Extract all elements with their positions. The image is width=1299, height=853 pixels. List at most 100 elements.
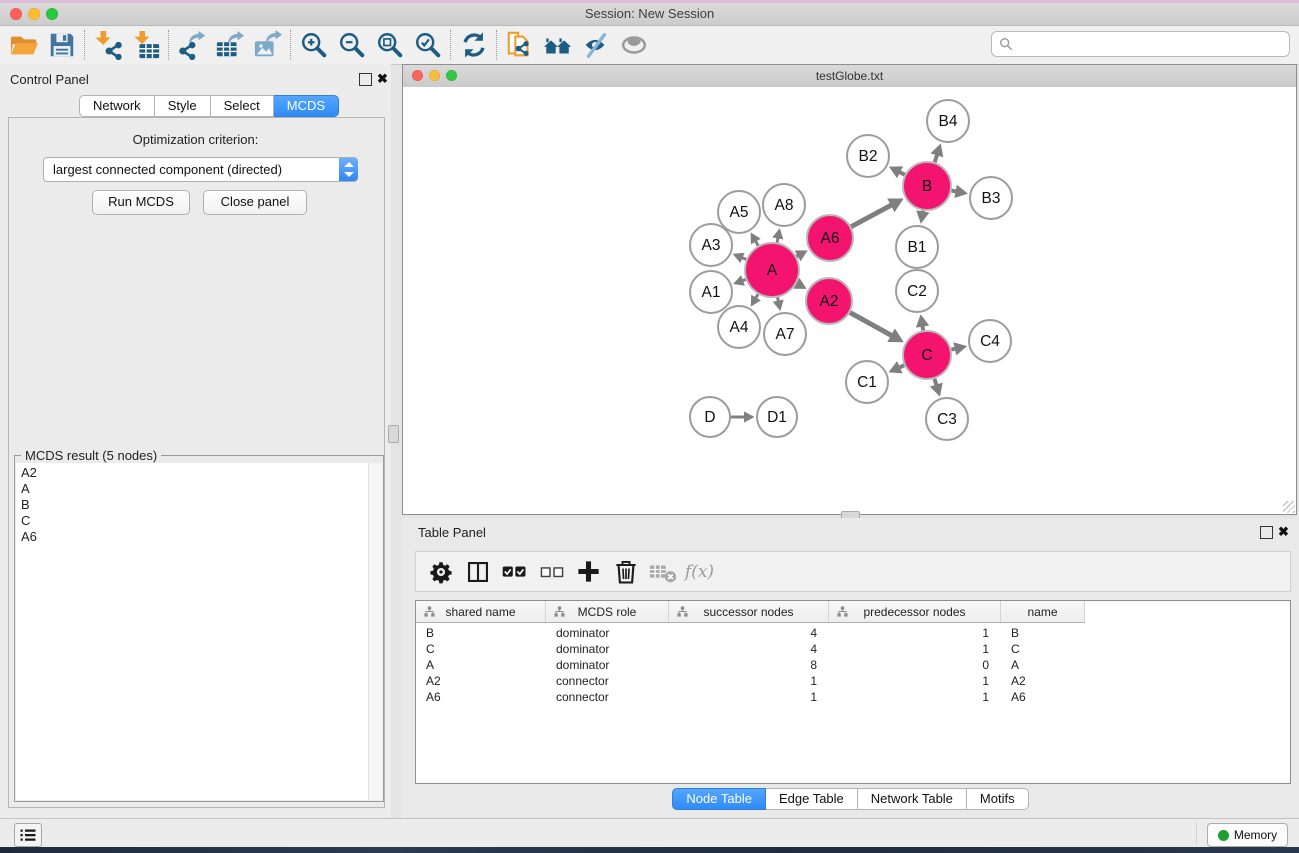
edge-C-C3[interactable] — [930, 379, 943, 397]
table-row[interactable]: A6connector11A6 — [416, 689, 1290, 705]
tab-select[interactable]: Select — [211, 95, 274, 117]
import-table-icon[interactable] — [127, 28, 165, 62]
mcds-result-item[interactable]: A2 — [21, 465, 369, 481]
table-float-panel-icon[interactable] — [1260, 526, 1273, 539]
refresh-icon[interactable] — [455, 28, 493, 62]
edge-A-A8[interactable] — [772, 228, 783, 242]
column-header-shared-name[interactable]: shared name — [416, 601, 546, 622]
node-A[interactable]: A — [745, 243, 799, 297]
node-B1[interactable]: B1 — [896, 226, 938, 268]
edge-A2-C[interactable] — [850, 313, 904, 343]
tab-style[interactable]: Style — [155, 95, 211, 117]
search-input[interactable] — [1013, 33, 1289, 55]
edge-B-B2[interactable] — [889, 166, 905, 178]
float-panel-icon[interactable] — [359, 73, 372, 86]
import-network-icon[interactable] — [89, 28, 127, 62]
zoom-selected-icon[interactable] — [409, 28, 447, 62]
search-field[interactable] — [991, 31, 1290, 57]
mcds-result-item[interactable]: A — [21, 481, 369, 497]
criterion-select[interactable]: largest connected component (directed) — [43, 157, 358, 182]
delete-column-icon[interactable] — [607, 554, 644, 590]
clone-network-icon[interactable] — [501, 28, 539, 62]
panel-splitter-handle[interactable] — [388, 425, 399, 443]
table-row[interactable]: Adominator80A — [416, 657, 1290, 673]
node-B[interactable]: B — [903, 162, 951, 210]
node-A1[interactable]: A1 — [690, 271, 732, 313]
node-A5[interactable]: A5 — [718, 191, 760, 233]
node-D1[interactable]: D1 — [757, 397, 797, 437]
tab-edge-table[interactable]: Edge Table — [766, 788, 858, 810]
edge-C-C4[interactable] — [951, 342, 967, 355]
edge-B-B3[interactable] — [952, 185, 968, 198]
node-C2[interactable]: C2 — [896, 270, 938, 312]
edge-B-B4[interactable] — [931, 143, 944, 162]
close-panel-icon[interactable]: ✖ — [377, 71, 388, 87]
window-titlebar[interactable]: Session: New Session — [0, 3, 1299, 26]
homes-icon[interactable] — [539, 28, 577, 62]
edge-A-A1[interactable] — [733, 275, 746, 286]
edge-A-A3[interactable] — [733, 253, 746, 263]
table-row[interactable]: A2connector11A2 — [416, 673, 1290, 689]
zoom-out-icon[interactable] — [333, 28, 371, 62]
add-column-icon[interactable] — [570, 554, 607, 590]
tab-network[interactable]: Network — [79, 95, 155, 117]
edge-A-A7[interactable] — [773, 297, 784, 311]
edge-A-A5[interactable] — [751, 232, 761, 245]
column-header-successor-nodes[interactable]: successor nodes — [669, 601, 829, 622]
table-close-panel-icon[interactable]: ✖ — [1278, 524, 1289, 540]
node-A7[interactable]: A7 — [764, 313, 806, 355]
edge-A6-B[interactable] — [851, 198, 903, 226]
close-panel-button[interactable]: Close panel — [203, 190, 307, 215]
export-image-icon[interactable] — [249, 28, 287, 62]
network-canvas[interactable]: A A1 A2 A3 A4 A5 A6 A7 A8 B B1 B2 B3B4 C C1 C2 C3C4 D D1 — [403, 87, 1296, 514]
zoom-fit-icon[interactable] — [371, 28, 409, 62]
mcds-result-scrollbar[interactable] — [368, 463, 382, 800]
tab-node-table[interactable]: Node Table — [672, 788, 766, 810]
table-settings-icon[interactable] — [422, 554, 459, 590]
window-resize-grip[interactable] — [1283, 501, 1295, 513]
node-C1[interactable]: C1 — [846, 361, 888, 403]
column-header-predecessor-nodes[interactable]: predecessor nodes — [829, 601, 1001, 622]
birdseye-icon[interactable] — [615, 28, 653, 62]
edge-A-A4[interactable] — [751, 294, 761, 306]
node-A2[interactable]: A2 — [806, 278, 852, 324]
mcds-result-item[interactable]: A6 — [21, 529, 369, 545]
node-B3[interactable]: B3 — [970, 177, 1012, 219]
tab-mcds[interactable]: MCDS — [274, 95, 339, 117]
save-session-icon[interactable] — [43, 28, 81, 62]
show-columns-icon[interactable] — [459, 554, 496, 590]
zoom-in-icon[interactable] — [295, 28, 333, 62]
node-B2[interactable]: B2 — [847, 135, 889, 177]
open-session-icon[interactable] — [5, 28, 43, 62]
mcds-result-list[interactable]: A2ABCA6 — [16, 463, 369, 800]
tab-network-table[interactable]: Network Table — [858, 788, 967, 810]
node-C[interactable]: C — [903, 331, 951, 379]
task-history-button[interactable] — [14, 823, 42, 847]
node-C4[interactable]: C4 — [969, 320, 1011, 362]
deselect-all-columns-icon[interactable] — [533, 554, 570, 590]
node-B4[interactable]: B4 — [927, 100, 969, 142]
edge-B-B1[interactable] — [916, 210, 929, 223]
node-A6[interactable]: A6 — [807, 215, 853, 261]
edge-C-C1[interactable] — [888, 361, 904, 373]
node-A3[interactable]: A3 — [690, 224, 732, 266]
memory-button[interactable]: Memory — [1207, 823, 1288, 847]
node-C3[interactable]: C3 — [926, 398, 968, 440]
table-row[interactable]: Bdominator41B — [416, 625, 1290, 641]
tab-motifs[interactable]: Motifs — [967, 788, 1029, 810]
edge-D-D1[interactable] — [731, 411, 755, 422]
select-all-columns-icon[interactable] — [496, 554, 533, 590]
hide-details-icon[interactable] — [577, 28, 615, 62]
column-header-name[interactable]: name — [1001, 601, 1085, 622]
node-A8[interactable]: A8 — [763, 184, 805, 226]
run-mcds-button[interactable]: Run MCDS — [92, 190, 190, 215]
mcds-result-item[interactable]: C — [21, 513, 369, 529]
edge-C-C2[interactable] — [916, 314, 929, 330]
export-table-icon[interactable] — [211, 28, 249, 62]
node-D[interactable]: D — [690, 397, 730, 437]
network-window-titlebar[interactable]: testGlobe.txt — [403, 65, 1296, 88]
column-header-MCDS-role[interactable]: MCDS role — [546, 601, 669, 622]
export-network-icon[interactable] — [173, 28, 211, 62]
node-A4[interactable]: A4 — [718, 306, 760, 348]
mcds-result-item[interactable]: B — [21, 497, 369, 513]
